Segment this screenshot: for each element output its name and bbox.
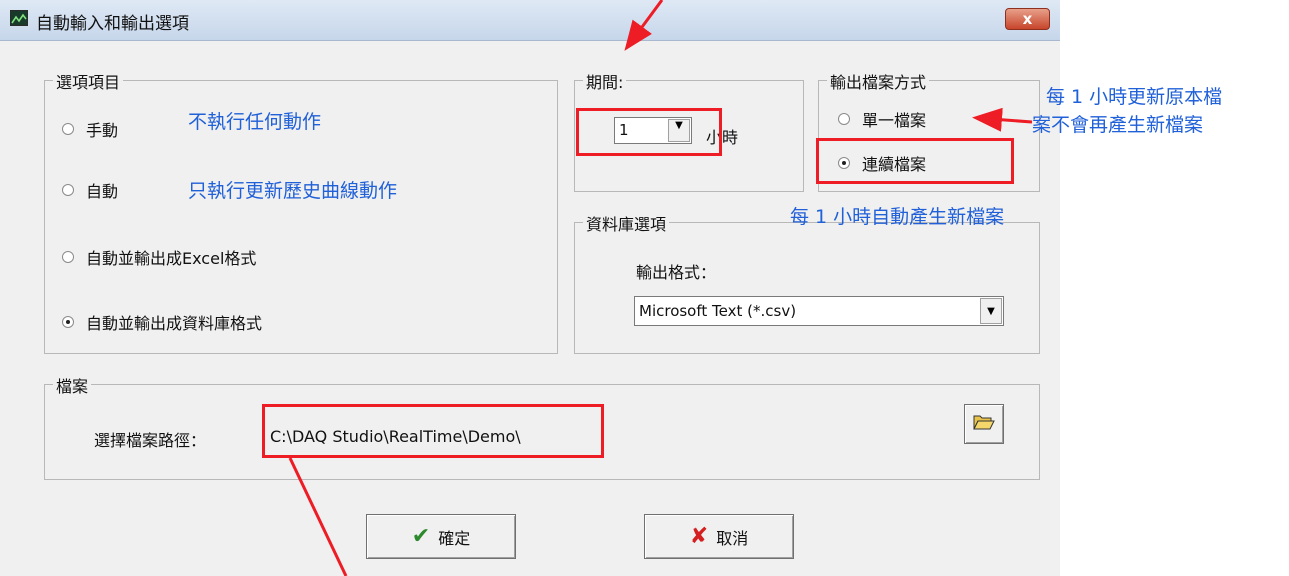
window-title: 自動輸入和輸出選項: [36, 14, 189, 34]
checkmark-icon: ✔: [411, 524, 431, 549]
database-group: 資料庫選項: [574, 211, 1040, 354]
radio-label: 自動並輸出成資料庫格式: [86, 314, 263, 333]
dialog-window: 自動輸入和輸出選項 x 選項項目 手動 自動 自動並輸出成Excel格式 自動並…: [0, 0, 1060, 576]
radio-label: 手動: [86, 121, 119, 140]
radio-label: 自動並輸出成Excel格式: [86, 249, 257, 268]
format-label: 輸出格式：: [636, 263, 717, 282]
chevron-down-icon[interactable]: ▼: [668, 119, 690, 142]
radio-auto[interactable]: 自動: [62, 178, 118, 202]
manual-note: 不執行任何動作: [188, 111, 322, 133]
radio-circle[interactable]: [62, 316, 74, 328]
single-file-note-line2: 案不會再產生新檔案: [1032, 114, 1204, 136]
chart-icon: [10, 10, 28, 26]
radio-label: 連續檔案: [862, 155, 927, 174]
chevron-down-icon[interactable]: ▼: [980, 298, 1002, 324]
radio-auto-excel[interactable]: 自動並輸出成Excel格式: [62, 245, 256, 269]
close-icon: x: [1022, 10, 1033, 28]
ok-button[interactable]: ✔ 確定: [366, 514, 516, 559]
radio-circle[interactable]: [838, 113, 850, 125]
file-group-label: 檔案: [53, 373, 92, 397]
ok-label: 確定: [438, 528, 471, 548]
period-group-label: 期間:: [583, 69, 627, 93]
folder-open-icon: [973, 413, 995, 435]
auto-note: 只執行更新歷史曲線動作: [188, 180, 398, 202]
x-icon: ✘: [689, 524, 709, 549]
radio-label: 自動: [86, 182, 119, 201]
output-mode-group: 輸出檔案方式: [818, 69, 1040, 192]
database-group-label: 資料庫選項: [583, 211, 670, 235]
output-mode-group-label: 輸出檔案方式: [827, 69, 930, 93]
browse-folder-button[interactable]: [964, 404, 1004, 444]
cancel-label: 取消: [716, 528, 749, 548]
radio-auto-database[interactable]: 自動並輸出成資料庫格式: [62, 310, 262, 334]
path-value[interactable]: C:\DAQ Studio\RealTime\Demo\: [270, 427, 521, 446]
radio-single-file[interactable]: 單一檔案: [838, 107, 926, 131]
radio-circle[interactable]: [62, 184, 74, 196]
title-bar: 自動輸入和輸出選項 x: [0, 0, 1060, 41]
format-select[interactable]: Microsoft Text (*.csv) ▼: [634, 296, 1004, 326]
radio-circle[interactable]: [62, 251, 74, 263]
format-value: Microsoft Text (*.csv): [639, 302, 797, 320]
single-file-note-line1: 每 1 小時更新原本檔: [1046, 86, 1223, 108]
continuous-note: 每 1 小時自動產生新檔案: [790, 206, 1005, 228]
radio-label: 單一檔案: [862, 111, 927, 130]
radio-manual[interactable]: 手動: [62, 117, 118, 141]
radio-circle[interactable]: [838, 157, 850, 169]
close-button[interactable]: x: [1005, 8, 1050, 30]
period-value: 1: [619, 121, 629, 139]
options-group-label: 選項項目: [53, 69, 124, 93]
path-label: 選擇檔案路徑：: [94, 431, 207, 450]
radio-continuous-file[interactable]: 連續檔案: [838, 151, 926, 175]
radio-circle[interactable]: [62, 123, 74, 135]
period-select[interactable]: 1 ▼: [614, 117, 692, 144]
period-unit: 小時: [706, 128, 739, 147]
cancel-button[interactable]: ✘ 取消: [644, 514, 794, 559]
